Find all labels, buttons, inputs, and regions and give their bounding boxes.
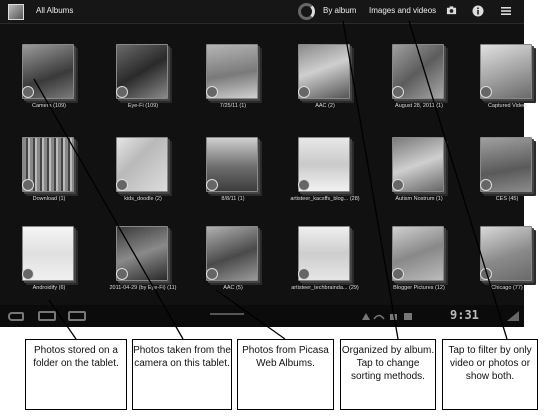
- signal-icon: [507, 311, 519, 321]
- nav-divider: [210, 313, 244, 319]
- picasa-badge-icon: [298, 86, 310, 98]
- album-tile[interactable]: 2011-04-29 (by Eye-Fi) (11): [109, 224, 177, 298]
- status-clock: 9:31: [450, 308, 479, 322]
- album-tile[interactable]: kids_doodle (2): [114, 135, 172, 209]
- album-label: AAC (5): [223, 285, 243, 291]
- album-tile[interactable]: AAC (5): [204, 224, 262, 298]
- picasa-badge-icon: [206, 268, 218, 280]
- album-tile[interactable]: August 28, 2011 (1): [390, 42, 448, 116]
- home-icon[interactable]: [38, 311, 56, 321]
- album-label: kids_doodle (2): [124, 196, 162, 202]
- callout-folder: Photos stored on a folder on the tablet.: [25, 339, 127, 410]
- album-tile[interactable]: Download (1): [20, 135, 78, 209]
- picasa-badge-icon: [392, 86, 404, 98]
- camera-icon[interactable]: [446, 5, 457, 16]
- picasa-badge-icon: [480, 179, 492, 191]
- camera-badge-icon: [22, 86, 34, 98]
- notification-icons[interactable]: [360, 311, 420, 321]
- media-filter-dropdown[interactable]: Images and videos: [369, 6, 436, 15]
- folder-badge-icon: [22, 268, 34, 280]
- album-label: artisteer_kacsffs_blog... (28): [290, 196, 360, 202]
- album-label: Chicago (77): [491, 285, 523, 291]
- album-tile[interactable]: AAC (2): [296, 42, 354, 116]
- album-label: Autism Nostrum (1): [395, 196, 443, 202]
- picasa-badge-icon: [392, 268, 404, 280]
- album-tile[interactable]: Captured Video: [478, 42, 536, 116]
- picasa-badge-icon: [392, 179, 404, 191]
- action-bar: All Albums By album Images and videos: [0, 0, 524, 24]
- album-label: Eye-Fi (109): [127, 103, 159, 109]
- album-label: 8/8/11 (1): [221, 196, 245, 202]
- picasa-badge-icon: [206, 86, 218, 98]
- album-tile[interactable]: CES (45): [478, 135, 536, 209]
- album-tile[interactable]: Autism Nostrum (1): [390, 135, 448, 209]
- folder-badge-icon: [22, 179, 34, 191]
- gallery-screen: All Albums By album Images and videos Ca…: [0, 0, 532, 327]
- album-label: Download (1): [32, 196, 66, 202]
- picasa-badge-icon: [116, 268, 128, 280]
- album-label: Blogger Pictures (12): [393, 285, 445, 291]
- album-label: 2011-04-29 (by Eye-Fi) (11): [109, 285, 177, 291]
- picasa-badge-icon: [298, 268, 310, 280]
- album-tile[interactable]: Blogger Pictures (12): [390, 224, 448, 298]
- callout-filter: Tap to filter by only video or photos or…: [442, 339, 538, 410]
- album-label: AAC (2): [315, 103, 335, 109]
- sort-dropdown[interactable]: By album: [323, 6, 356, 15]
- callout-camera: Photos taken from the camera on this tab…: [132, 339, 232, 410]
- menu-icon[interactable]: [500, 5, 512, 17]
- callout-sort: Organized by album. Tap to change sortin…: [340, 339, 436, 410]
- album-tile[interactable]: artisteer_kacsffs_blog... (28): [290, 135, 360, 209]
- album-tile[interactable]: Androidify (6): [20, 224, 78, 298]
- album-label: Captured Video: [487, 103, 527, 109]
- picasa-badge-icon: [298, 179, 310, 191]
- album-label: August 28, 2011 (1): [395, 103, 443, 109]
- picasa-badge-icon: [480, 86, 492, 98]
- album-label: artisteer_techbrainda... (29): [291, 285, 359, 291]
- recent-apps-icon[interactable]: [68, 311, 86, 321]
- picasa-badge-icon: [206, 179, 218, 191]
- album-tile[interactable]: Eye-Fi (109): [114, 42, 172, 116]
- callout-picasa: Photos from Picasa Web Albums.: [237, 339, 334, 410]
- picasa-badge-icon: [480, 268, 492, 280]
- picasa-badge-icon: [116, 86, 128, 98]
- app-title: All Albums: [36, 6, 74, 15]
- album-tile[interactable]: artisteer_techbrainda... (29): [291, 224, 359, 298]
- album-label: Camera (109): [32, 103, 66, 109]
- info-icon[interactable]: [472, 5, 484, 17]
- album-label: Androidify (6): [32, 285, 66, 291]
- album-tile[interactable]: Chicago (77): [478, 224, 536, 298]
- picasa-badge-icon: [116, 179, 128, 191]
- album-label: CES (45): [495, 196, 519, 202]
- system-navigation-bar: 9:31: [0, 305, 524, 327]
- loading-spinner-icon: [298, 3, 315, 20]
- gallery-app-icon[interactable]: [8, 4, 24, 20]
- album-tile[interactable]: Camera (109): [20, 42, 78, 116]
- album-tile[interactable]: 7/25/11 (1): [204, 42, 262, 116]
- album-label: 7/25/11 (1): [219, 103, 247, 109]
- album-tile[interactable]: 8/8/11 (1): [204, 135, 262, 209]
- back-icon[interactable]: [8, 312, 24, 321]
